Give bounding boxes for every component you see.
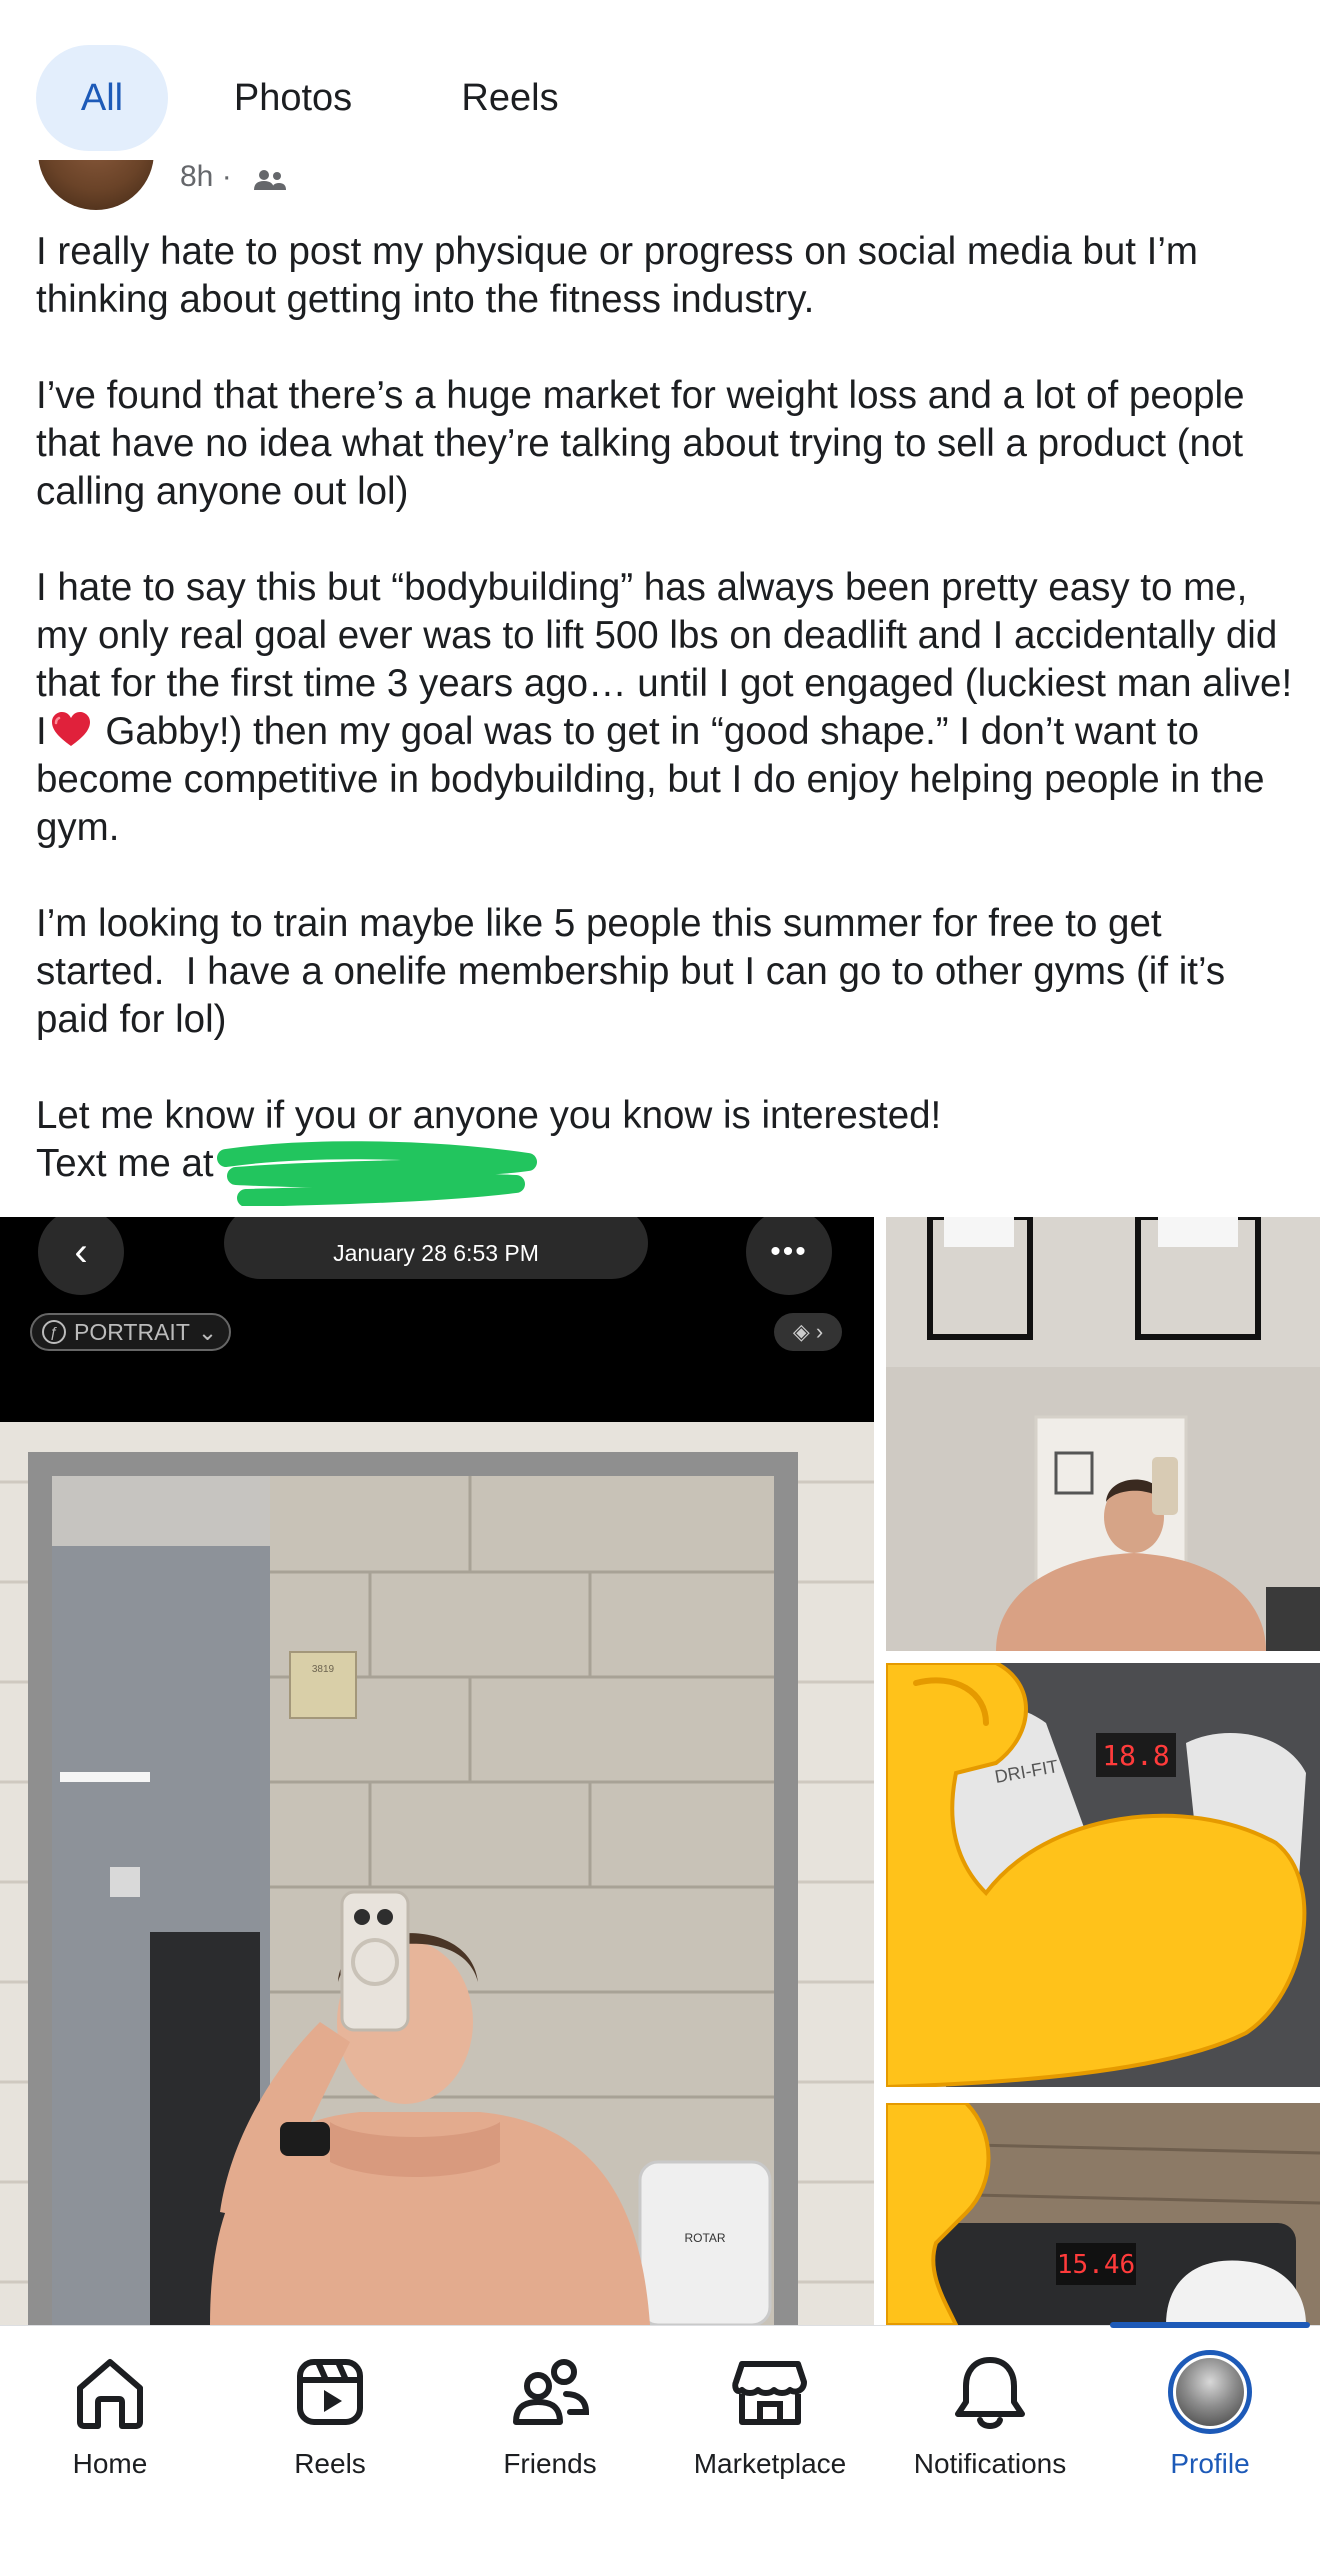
chevron-down-icon: ⌄ (197, 1318, 218, 1345)
red-heart-icon (51, 712, 90, 746)
nav-friends[interactable]: Friends (440, 2350, 660, 2500)
nav-home[interactable]: Home (0, 2350, 220, 2500)
photo-date: January 28 6:53 PM (333, 1240, 539, 1266)
tab-reels[interactable]: Reels (430, 45, 590, 151)
filter-tabs: All Photos Reels (0, 0, 1320, 160)
nav-profile[interactable]: Profile (1100, 2350, 1320, 2500)
nav-notifications[interactable]: Notifications (880, 2350, 1100, 2500)
dryer-label: ROTAR (684, 2231, 725, 2245)
friends-icon (513, 2359, 590, 2425)
post-paragraph: I’m looking to train maybe like 5 people… (36, 902, 1236, 1041)
scale-reading: 15.46 (1057, 2250, 1135, 2280)
post-paragraph: I really hate to post my physique or pro… (36, 230, 1209, 321)
post-text-segment: Let me know if you or anyone you know is… (36, 1094, 942, 1137)
tab-photos[interactable]: Photos (200, 45, 386, 151)
live-photo-icon: ◈ › (774, 1313, 842, 1351)
side-photo-scale-feet[interactable]: 18.8 DRI-FIT (886, 1663, 1320, 2087)
photo-date-pill: January 28 6:53 PM (224, 1217, 648, 1279)
gym-mirror-selfie: 3819 ROTAR (0, 1422, 874, 2325)
nav-home-label: Home (72, 2448, 148, 2479)
post-text-segment: Gabby!) then my goal was to get in “good… (36, 710, 1276, 849)
post-paragraph: I’ve found that there’s a huge market fo… (36, 374, 1256, 513)
side-photo-bathroom[interactable] (886, 1217, 1320, 1651)
main-photo[interactable]: ‹ January 28 6:53 PM ••• ƒ PORTRAIT ⌄ ◈ › (0, 1217, 874, 2325)
profile-avatar (1168, 2350, 1252, 2434)
nav-marketplace[interactable]: Marketplace (660, 2350, 880, 2500)
post-body: I really hate to post my physique or pro… (36, 228, 1296, 1188)
portrait-f-icon: ƒ (42, 1320, 66, 1344)
post-timestamp: 8h · (180, 160, 232, 193)
nav-profile-label: Profile (1170, 2448, 1250, 2479)
portrait-badge: ƒ PORTRAIT ⌄ (30, 1313, 232, 1351)
nav-reels[interactable]: Reels (220, 2350, 440, 2500)
sign-text: 3819 (312, 1664, 335, 1675)
photo-screenshot-header: ‹ January 28 6:53 PM ••• ƒ PORTRAIT ⌄ ◈ › (0, 1217, 874, 1422)
scale-reading: 18.8 (1102, 1739, 1169, 1772)
home-icon (77, 2359, 143, 2429)
marketplace-icon (732, 2361, 807, 2425)
post-paragraph: I hate to say this but “bodybuilding” ha… (36, 564, 1296, 852)
post-media-grid: ‹ January 28 6:53 PM ••• ƒ PORTRAIT ⌄ ◈ › (0, 1217, 1320, 2325)
tab-all[interactable]: All (36, 45, 168, 151)
nav-notifications-label: Notifications (913, 2448, 1067, 2479)
redaction-scribble (217, 1141, 537, 1206)
portrait-label: PORTRAIT (74, 1318, 190, 1345)
nav-friends-label: Friends (503, 2448, 597, 2479)
post-text-segment: Text me at (36, 1142, 214, 1185)
bell-icon (955, 2357, 1025, 2429)
nav-marketplace-label: Marketplace (693, 2448, 847, 2479)
reels-icon (297, 2359, 363, 2425)
back-chevron-icon: ‹ (38, 1217, 124, 1295)
nav-reels-label: Reels (294, 2448, 366, 2479)
more-icon: ••• (746, 1217, 832, 1295)
friends-audience-icon (254, 170, 286, 190)
bottom-navigation: Home Reels Friends Marketplace Notificat… (0, 2322, 1320, 2557)
active-tab-indicator (1110, 2322, 1310, 2328)
side-photo-scale[interactable]: 15.46 (886, 2103, 1320, 2325)
